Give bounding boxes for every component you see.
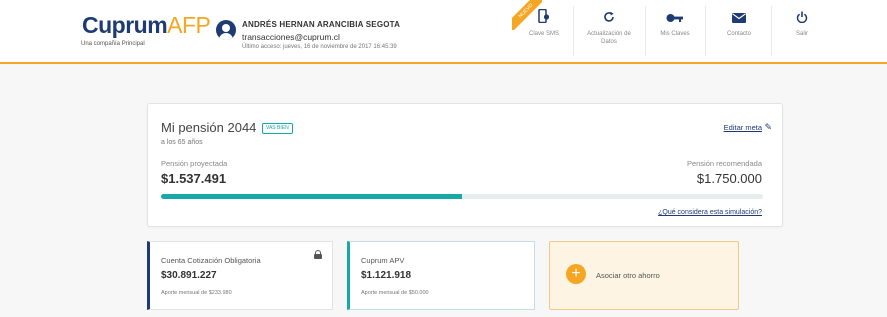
pension-card: Mi pensión 2044 VAS BIEN a los 65 años E… <box>147 103 783 227</box>
add-savings-card[interactable]: + Asociar otro ahorro <box>549 241 739 310</box>
plus-icon: + <box>566 264 586 284</box>
account-card-apv[interactable]: Cuprum APV $1.121.918 Aporte mensual de … <box>347 241 535 310</box>
pension-progress-fill <box>161 194 462 199</box>
retirement-age: a los 65 años <box>161 139 203 146</box>
nav-label: Actualización de Datos <box>587 31 631 45</box>
nav-mis-claves[interactable]: Mis Claves <box>650 8 700 56</box>
pension-title: Mi pensión 2044 <box>161 120 257 135</box>
account-monthly-contribution: Aporte mensual de $233.980 <box>161 290 232 296</box>
cuprum-logo[interactable]: CuprumAFP <box>82 12 211 38</box>
nav-divider <box>645 6 646 56</box>
recommended-pension-value: $1.750.000 <box>696 171 762 186</box>
top-bar: CuprumAFP Una compañía Principal ANDRÉS … <box>0 0 887 64</box>
nav-label: Mis Claves <box>660 31 690 37</box>
recommended-pension-label: Pensión recomendada <box>686 159 762 168</box>
user-avatar-icon <box>216 20 236 40</box>
lock-icon <box>314 250 322 259</box>
account-balance: $30.891.227 <box>161 270 217 281</box>
account-balance: $1.121.918 <box>361 270 412 281</box>
refresh-icon <box>578 8 640 30</box>
edit-goal-link[interactable]: Editar meta <box>724 123 762 132</box>
nav-clave-sms[interactable]: Clave SMS <box>519 8 569 56</box>
nav-contacto[interactable]: Contacto <box>711 8 767 56</box>
account-card-mandatory[interactable]: Cuenta Cotización Obligatoria $30.891.22… <box>147 241 333 310</box>
nav-divider <box>771 6 772 56</box>
nav-label: Salir <box>795 31 808 37</box>
logo-subtitle: Una compañía Principal <box>81 41 145 47</box>
status-badge: VAS BIEN <box>262 123 293 134</box>
nav-actualizacion-datos[interactable]: Actualización de Datos <box>578 8 640 56</box>
account-name: Cuenta Cotización Obligatoria <box>161 256 261 265</box>
account-monthly-contribution: Aporte mensual de $50.000 <box>361 290 429 296</box>
simulation-info-link[interactable]: ¿Qué considera esta simulación? <box>658 209 762 216</box>
user-email: transacciones@cuprum.cl <box>242 32 340 42</box>
pencil-icon[interactable]: ✎ <box>764 122 772 133</box>
mail-icon <box>711 8 767 30</box>
key-icon <box>650 8 700 30</box>
logo-main-text: Cuprum <box>82 12 168 38</box>
power-icon <box>778 8 826 30</box>
logo-afp-text: AFP <box>167 12 211 38</box>
user-name: ANDRÉS HERNAN ARANCIBIA SEGOTA <box>242 20 401 29</box>
nav-salir[interactable]: Salir <box>778 8 826 56</box>
add-savings-label: Asociar otro ahorro <box>596 271 660 280</box>
last-access: Último acceso: jueves, 16 de noviembre d… <box>242 44 397 50</box>
nav-label: Clave SMS <box>528 31 559 37</box>
nav-label: Contacto <box>726 31 751 37</box>
pension-progress-bar <box>161 194 763 199</box>
nav-divider <box>705 6 706 56</box>
account-name: Cuprum APV <box>361 256 405 265</box>
nav-divider <box>573 6 574 56</box>
projected-pension-label: Pensión proyectada <box>161 159 228 168</box>
phone-key-icon <box>519 8 569 30</box>
projected-pension-value: $1.537.491 <box>161 171 227 186</box>
